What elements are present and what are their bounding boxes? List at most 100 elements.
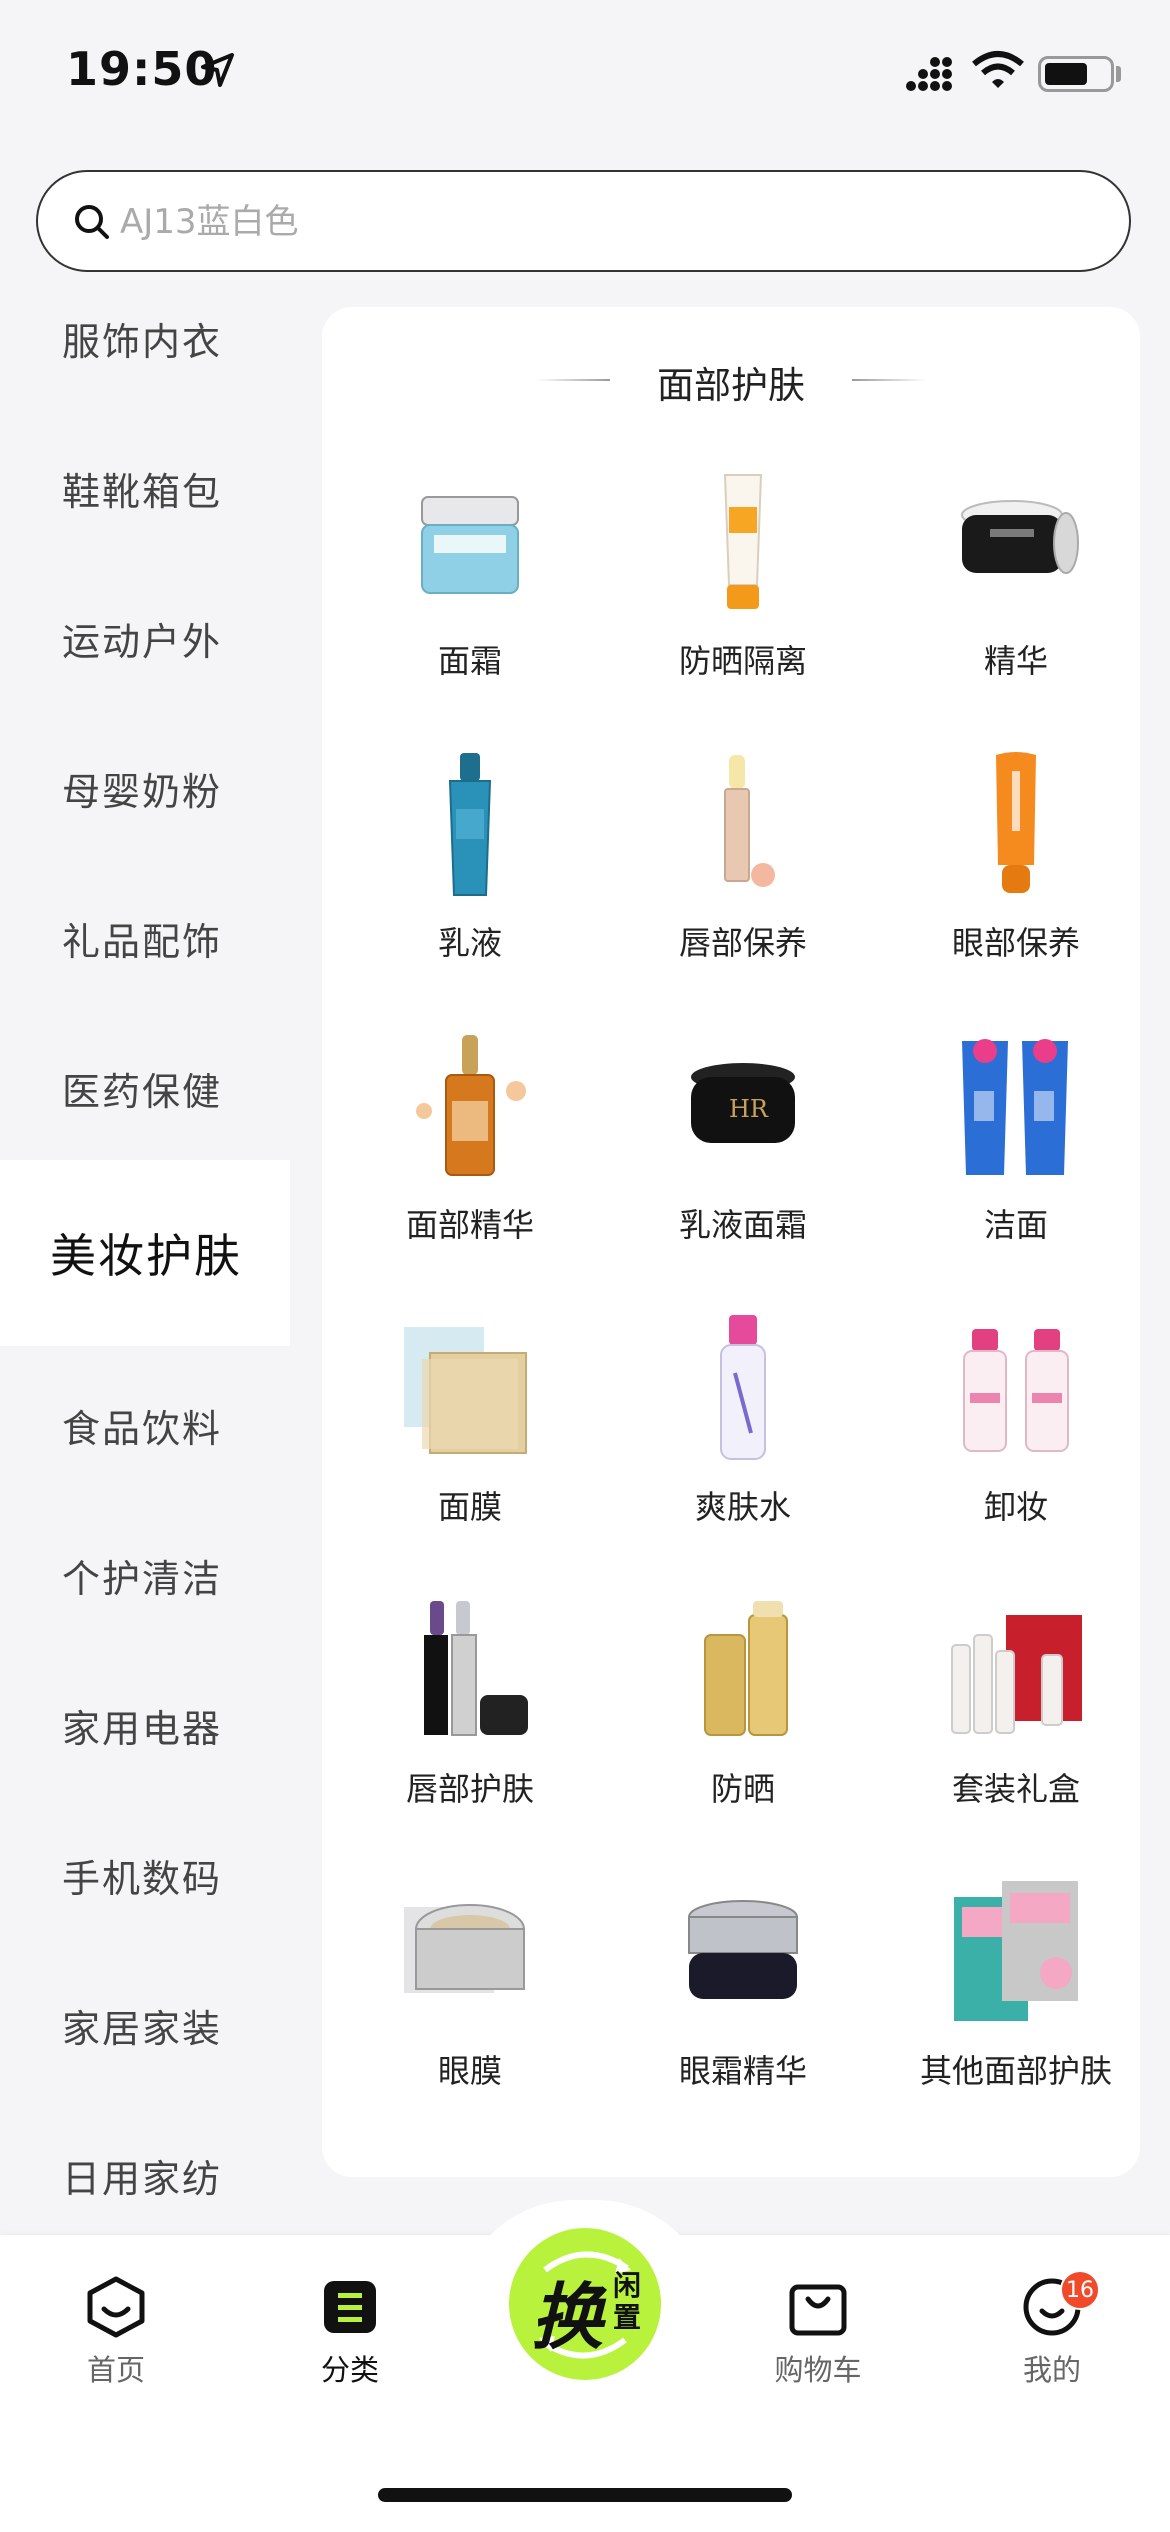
subcategory-item[interactable]: 防晒 (607, 1595, 879, 1875)
sidebar-item[interactable]: 医药保健 (0, 1013, 290, 1163)
subcategory-label: 乳液面霜 (678, 1206, 807, 1244)
essence-jar-icon (961, 500, 1079, 574)
subcategory-item[interactable]: 面膜 (334, 1313, 606, 1593)
location-arrow-icon (201, 53, 234, 87)
subcategory-item[interactable]: HR 乳液面霜 (607, 1031, 879, 1311)
sheet-mask-icon (404, 1327, 527, 1454)
eye-mask-jar-icon (404, 1904, 525, 1993)
notification-badge: 16 (1060, 2270, 1100, 2310)
tab-label: 购物车 (774, 2353, 862, 2387)
battery-icon (1038, 56, 1114, 92)
sunscreen-tube-icon (723, 474, 763, 609)
gift-set-icon (951, 1615, 1082, 1734)
eye-care-tube-icon (996, 752, 1036, 893)
subcategory-item[interactable]: 卸妆 (880, 1313, 1152, 1593)
search-input[interactable] (120, 192, 1080, 252)
sidebar-item[interactable]: 家居家装 (0, 1950, 290, 2100)
sunscreen-bottle-icon (704, 1601, 788, 1736)
subcategory-label: 面膜 (437, 1488, 502, 1526)
sidebar-item[interactable]: 手机数码 (0, 1800, 290, 1950)
subcategory-item[interactable]: 精华 (880, 467, 1152, 747)
subcategory-label: 眼部保养 (951, 924, 1080, 962)
serum-dropper-icon (416, 1035, 526, 1176)
category-icon (324, 2281, 376, 2333)
subcategory-item[interactable]: 爽肤水 (607, 1313, 879, 1593)
page: 19:50 服饰内衣 鞋靴箱包 运动户外 母婴奶粉 礼品配饰 医药保健 (0, 0, 1170, 2532)
battery-cap (1116, 66, 1121, 82)
lip-balm-icon (724, 755, 775, 887)
sidebar-item[interactable]: 运动户外 (0, 563, 290, 713)
subcategory-label: 眼膜 (437, 2052, 502, 2090)
subcategory-label: 卸妆 (983, 1488, 1048, 1526)
subcategory-label: 唇部护肤 (405, 1770, 534, 1808)
subcategory-label: 防晒隔离 (678, 642, 807, 680)
tab-home[interactable]: 首页 (36, 2275, 196, 2405)
status-bar: 19:50 (0, 0, 1170, 150)
subcategory-label: 面霜 (437, 642, 502, 680)
section-header: 面部护肤 (322, 355, 1140, 407)
section-title: 面部护肤 (657, 364, 805, 407)
subcategory-label: 乳液 (437, 924, 502, 962)
tab-cart[interactable]: 购物车 (738, 2275, 898, 2405)
subcategory-label: 防晒 (710, 1770, 775, 1808)
tab-label: 首页 (86, 2353, 145, 2387)
search-bar[interactable] (36, 170, 1131, 272)
svg-text:HR: HR (729, 1095, 769, 1123)
cream-jar-icon (421, 496, 519, 594)
tab-label: 分类 (320, 2353, 379, 2387)
lotion-bottle-icon (448, 753, 492, 896)
micellar-water-icon (963, 1329, 1069, 1452)
sidebar-item[interactable]: 食品饮料 (0, 1350, 290, 1500)
subcategory-label: 其他面部护肤 (919, 2052, 1112, 2090)
cleanser-tubes-icon (962, 1039, 1068, 1175)
subcategory-label: 眼霜精华 (678, 2052, 807, 2090)
sidebar-item[interactable]: 鞋靴箱包 (0, 413, 290, 563)
toner-bottle-icon (720, 1315, 766, 1460)
subcategory-label: 套装礼盒 (951, 1770, 1080, 1808)
subcategory-item[interactable]: 其他面部护肤 (880, 1877, 1152, 2157)
subcategory-item[interactable]: 面部精华 (334, 1031, 606, 1311)
subcategory-label: 爽肤水 (694, 1488, 791, 1526)
subcategory-item[interactable]: 套装礼盒 (880, 1595, 1152, 1875)
subcategory-panel: 面部护肤 面霜 防晒隔离 精华 乳液 唇部保养 眼部保养 面部精华 HR 乳液面… (322, 307, 1140, 2177)
mask-pack-icon (954, 1881, 1078, 2021)
wifi-icon (972, 51, 1024, 88)
home-indicator[interactable] (378, 2488, 792, 2502)
subcategory-item[interactable]: 眼霜精华 (607, 1877, 879, 2157)
sidebar-item[interactable]: 日用家纺 (0, 2100, 290, 2230)
subcategory-item[interactable]: 唇部护肤 (334, 1595, 606, 1875)
cellular-signal-icon (906, 57, 952, 91)
lipstick-icon (424, 1601, 528, 1736)
search-icon (75, 205, 109, 239)
subcategory-label: 唇部保养 (678, 924, 807, 962)
subcategory-item[interactable]: 乳液 (334, 749, 606, 1029)
sidebar-item[interactable]: 家用电器 (0, 1650, 290, 1800)
subcategory-label: 面部精华 (405, 1206, 534, 1244)
trade-idle-button[interactable]: 换 闲置 (503, 2222, 667, 2386)
tab-category[interactable]: 分类 (270, 2275, 430, 2405)
sidebar-item[interactable]: 个护清洁 (0, 1500, 290, 1650)
subcategory-item[interactable]: 洁面 (880, 1031, 1152, 1311)
category-sidebar: 服饰内衣 鞋靴箱包 运动户外 母婴奶粉 礼品配饰 医药保健 美妆护肤 食品饮料 … (0, 290, 290, 2230)
subcategory-label: 洁面 (983, 1206, 1048, 1244)
shopping-bag-icon (789, 2284, 847, 2336)
subcategory-item[interactable]: 眼膜 (334, 1877, 606, 2157)
trade-sub-label: 闲置 (613, 2269, 642, 2334)
subcategory-label: 精华 (983, 642, 1048, 680)
subcategory-item[interactable]: 面霜 (334, 467, 606, 747)
sidebar-item[interactable]: 母婴奶粉 (0, 713, 290, 863)
trade-main-label: 换 (531, 2275, 604, 2359)
status-time: 19:50 (66, 42, 218, 96)
subcategory-item[interactable]: 唇部保养 (607, 749, 879, 1029)
tab-mine[interactable]: 我的 (972, 2275, 1132, 2405)
sidebar-item[interactable]: 礼品配饰 (0, 863, 290, 1013)
title-divider-right (852, 379, 926, 381)
home-icon (87, 2276, 145, 2338)
subcategory-item[interactable]: 眼部保养 (880, 749, 1152, 1029)
black-cream-jar-icon: HR (691, 1063, 795, 1143)
sidebar-item-active[interactable]: 美妆护肤 (0, 1160, 290, 1346)
sidebar-item[interactable]: 服饰内衣 (0, 290, 290, 413)
subcategory-item[interactable]: 防晒隔离 (607, 467, 879, 747)
tab-label: 我的 (1022, 2353, 1081, 2387)
eye-cream-jar-icon (688, 1900, 798, 1999)
